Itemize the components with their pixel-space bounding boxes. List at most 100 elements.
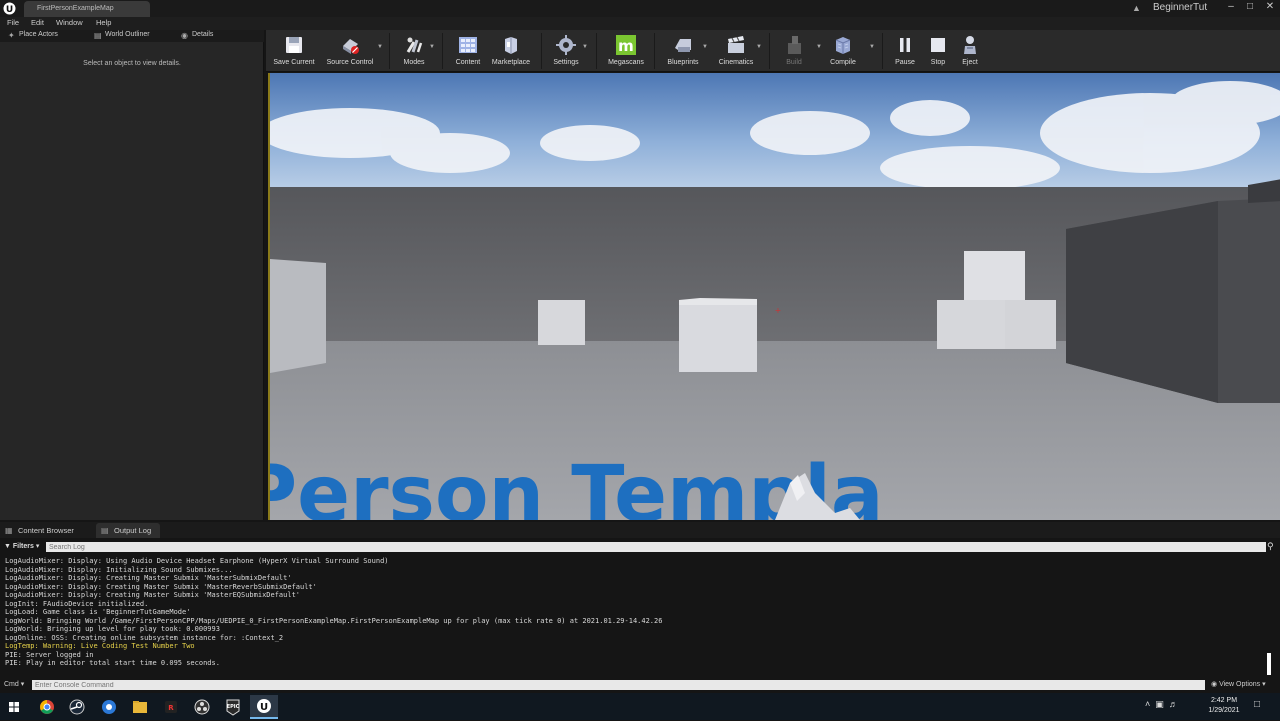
- button-label: Eject: [962, 59, 978, 66]
- tab-label: Details: [192, 31, 214, 38]
- blueprints-button[interactable]: Blueprints: [662, 32, 704, 70]
- taskbar-clock[interactable]: 2:42 PM 1/29/2021: [1204, 696, 1244, 716]
- blueprints-dropdown-icon[interactable]: ▼: [702, 44, 708, 50]
- tab-world-outliner[interactable]: ▤ World Outliner: [93, 31, 150, 42]
- close-icon[interactable]: ✕: [1263, 1, 1277, 13]
- maximize-icon[interactable]: □: [1243, 1, 1257, 13]
- notification-icon[interactable]: □: [1254, 699, 1260, 710]
- cinematics-dropdown-icon[interactable]: ▼: [756, 44, 762, 50]
- windows-taskbar: R EPIC U ˄ ▣ ♬ 2:42 PM 1/29/2021 □: [0, 693, 1280, 720]
- build-button[interactable]: Build: [778, 32, 810, 70]
- button-label: Save Current: [273, 59, 315, 66]
- taskbar-edge[interactable]: [95, 695, 123, 719]
- button-label: Content: [455, 59, 481, 66]
- cinematics-button[interactable]: Cinematics: [714, 32, 758, 70]
- details-icon: ◉: [181, 31, 188, 40]
- save-icon: [286, 37, 302, 53]
- eject-icon: [964, 36, 976, 54]
- console-command-input[interactable]: [32, 680, 1205, 690]
- blueprints-icon: [675, 39, 691, 52]
- clock-time: 2:42 PM: [1210, 697, 1238, 704]
- filters-button[interactable]: ▼ Filters ▾: [4, 542, 39, 550]
- log-line: LogAudioMixer: Display: Using Audio Devi…: [5, 557, 389, 565]
- source-control-dropdown-icon[interactable]: ▼: [377, 44, 383, 50]
- taskbar-app-obs[interactable]: [188, 695, 216, 719]
- button-label: Pause: [895, 59, 915, 66]
- folder-icon: [133, 701, 147, 713]
- chevron-up-icon[interactable]: ˄: [1145, 699, 1150, 709]
- settings-button[interactable]: Settings: [549, 32, 583, 70]
- toolbar-separator: [882, 33, 883, 69]
- settings-icon: [556, 35, 576, 55]
- stop-button[interactable]: Stop: [923, 32, 953, 70]
- menu-help[interactable]: Help: [96, 18, 111, 27]
- button-label: Build: [786, 59, 802, 66]
- start-button[interactable]: [0, 695, 28, 719]
- toolbar-separator: [769, 33, 770, 69]
- log-line: LogInit: FAudioDevice initialized.: [5, 599, 149, 608]
- menu-window[interactable]: Window: [56, 18, 83, 27]
- button-label: Blueprints: [667, 59, 699, 66]
- world-outliner-icon: ▤: [94, 31, 102, 40]
- log-line: LogAudioMixer: Display: Creating Master …: [5, 582, 317, 591]
- settings-dropdown-icon[interactable]: ▼: [582, 44, 588, 50]
- log-filter-bar: ▼ Filters ▾ ⚲: [0, 540, 1280, 554]
- minimize-icon[interactable]: –: [1224, 1, 1238, 13]
- modes-button[interactable]: Modes: [397, 32, 431, 70]
- game-viewport[interactable]: + Person Templa: [268, 73, 1280, 520]
- taskbar-steam[interactable]: [63, 695, 91, 719]
- search-icon[interactable]: ⚲: [1267, 541, 1274, 552]
- system-tray[interactable]: ˄ ▣ ♬: [1145, 699, 1178, 710]
- bottom-panel-tabs: ▦ Content Browser ▤ Output Log: [0, 522, 1280, 538]
- button-label: Stop: [930, 59, 946, 66]
- toolbar-separator: [654, 33, 655, 69]
- taskbar-file-explorer[interactable]: [126, 695, 154, 719]
- log-scrollbar[interactable]: [1267, 653, 1271, 675]
- content-button[interactable]: Content: [450, 32, 486, 70]
- tab-place-actors[interactable]: ✦ Place Actors: [7, 31, 58, 42]
- view-options-label: View Options: [1219, 681, 1261, 688]
- map-tab[interactable]: FirstPersonExampleMap: [24, 1, 150, 17]
- browser-icon: [102, 700, 116, 714]
- network-icon[interactable]: ▣: [1155, 699, 1164, 709]
- tab-output-log[interactable]: ▤ Output Log: [96, 523, 160, 538]
- log-line: LogLoad: Game class is 'BeginnerTutGameM…: [5, 608, 191, 616]
- megascans-button[interactable]: m Megascans: [603, 32, 649, 70]
- output-log-panel: ▼ Filters ▾ ⚲ LogAudioMixer: Display: Us…: [0, 538, 1280, 693]
- unreal-logo-icon: U: [3, 2, 16, 15]
- search-log-input[interactable]: [46, 542, 1266, 552]
- view-options-button[interactable]: ◉ View Options ▾: [1211, 680, 1266, 688]
- taskbar-app-red[interactable]: R: [157, 695, 185, 719]
- app-icon: R: [165, 701, 177, 713]
- log-line: LogOnline: OSS: Creating online subsyste…: [5, 633, 284, 642]
- left-panel-tabs: ✦ Place Actors ▤ World Outliner ◉ Detail…: [0, 30, 264, 42]
- toolbar-separator: [389, 33, 390, 69]
- log-line: LogAudioMixer: Display: Creating Master …: [5, 591, 301, 599]
- source-control-button[interactable]: Source Control: [322, 32, 378, 70]
- epic-games-icon: EPIC: [226, 699, 240, 716]
- modes-dropdown-icon[interactable]: ▼: [429, 44, 435, 50]
- pause-button[interactable]: Pause: [890, 32, 920, 70]
- svg-text:U: U: [6, 5, 13, 15]
- log-line: PIE: Server logged in: [5, 650, 94, 659]
- taskbar-unreal-editor[interactable]: U: [250, 695, 278, 719]
- tab-details[interactable]: ◉ Details: [180, 31, 213, 42]
- toolbar-separator: [442, 33, 443, 69]
- menu-edit[interactable]: Edit: [31, 18, 44, 27]
- marketplace-button[interactable]: Marketplace: [488, 32, 534, 70]
- cinematics-icon: [728, 36, 744, 53]
- source-control-icon: [343, 39, 359, 54]
- compile-button[interactable]: Compile: [826, 32, 860, 70]
- eject-button[interactable]: Eject: [955, 32, 985, 70]
- taskbar-epic-games[interactable]: EPIC: [219, 695, 247, 719]
- tab-content-browser[interactable]: ▦ Content Browser: [0, 523, 90, 538]
- volume-icon[interactable]: ♬: [1169, 699, 1178, 709]
- build-dropdown-icon[interactable]: ▼: [816, 44, 822, 50]
- cmd-dropdown[interactable]: Cmd ▾: [4, 680, 24, 688]
- save-current-button[interactable]: Save Current: [272, 32, 316, 70]
- compile-dropdown-icon[interactable]: ▼: [869, 44, 875, 50]
- taskbar-chrome[interactable]: [33, 695, 61, 719]
- toolbar-separator: [596, 33, 597, 69]
- project-icon: ▲: [1132, 3, 1141, 13]
- menu-file[interactable]: File: [7, 18, 19, 27]
